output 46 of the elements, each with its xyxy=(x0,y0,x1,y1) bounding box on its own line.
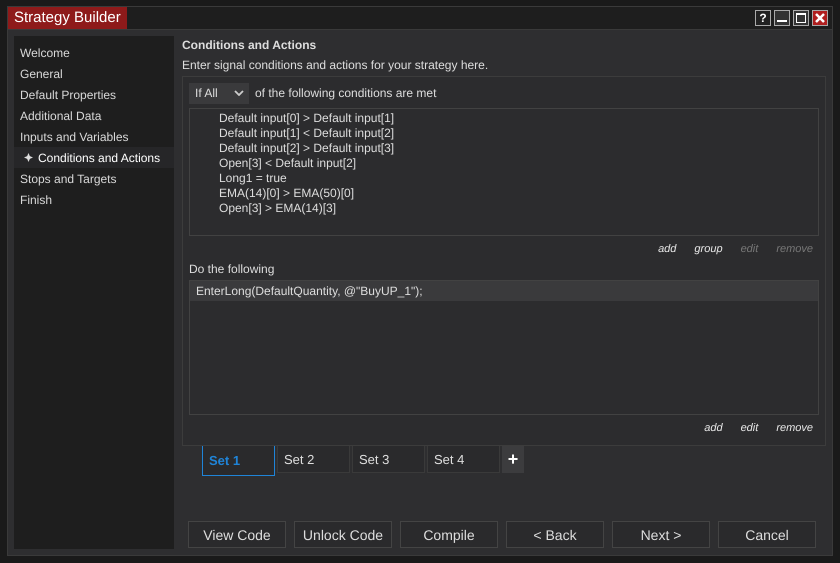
action-link: edit xyxy=(740,243,758,255)
section-heading: Conditions and Actions xyxy=(182,37,318,54)
footer-button[interactable]: < Back xyxy=(506,521,604,548)
chevron-icon xyxy=(234,90,244,96)
condition-item[interactable]: Default input[1] < Default input[2] xyxy=(219,126,818,141)
condition-item[interactable]: Open[3] < Default input[2] xyxy=(219,156,818,171)
condition-item[interactable]: Long1 = true xyxy=(219,171,818,186)
sidebar-item[interactable]: Conditions and Actions xyxy=(14,147,174,168)
footer-button[interactable]: Unlock Code xyxy=(294,521,392,548)
footer-button[interactable]: Cancel xyxy=(718,521,816,548)
footer-button[interactable]: Compile xyxy=(400,521,498,548)
condition-item[interactable]: EMA(14)[0] > EMA(50)[0] xyxy=(219,186,818,201)
condition-item[interactable]: Open[3] > EMA(14)[3] xyxy=(219,201,818,216)
action-link[interactable]: add xyxy=(658,243,676,255)
action-link[interactable]: add xyxy=(704,422,723,434)
action-item[interactable]: EnterLong(DefaultQuantity, @"BuyUP_1"); xyxy=(190,281,818,301)
window-title: Strategy Builder xyxy=(8,7,127,29)
add-set-button[interactable]: + xyxy=(502,446,524,473)
condition-item[interactable]: Default input[0] > Default input[1] xyxy=(219,111,818,126)
sidebar-item[interactable]: Additional Data xyxy=(14,105,174,126)
sidebar-item[interactable]: General xyxy=(14,63,174,84)
set-tab[interactable]: Set 1 xyxy=(202,446,275,476)
action-link: remove xyxy=(776,243,813,255)
set-tab[interactable]: Set 3 xyxy=(352,446,425,473)
maximize-icon[interactable] xyxy=(793,10,809,26)
sidebar-item[interactable]: Welcome xyxy=(14,42,174,63)
diamond-icon xyxy=(24,153,33,162)
description-text: Enter signal conditions and actions for your strategy here. xyxy=(182,57,490,74)
action-link[interactable]: remove xyxy=(776,422,813,434)
set-tab[interactable]: Set 4 xyxy=(427,446,500,473)
mode-dropdown[interactable]: If All xyxy=(189,82,249,104)
sidebar-item[interactable]: Finish xyxy=(14,189,174,210)
sidebar-item[interactable]: Stops and Targets xyxy=(14,168,174,189)
action-link[interactable]: edit xyxy=(740,422,758,434)
condition-item[interactable]: Default input[2] > Default input[3] xyxy=(219,141,818,156)
minimize-icon[interactable] xyxy=(774,10,790,26)
sidebar-item[interactable]: Default Properties xyxy=(14,84,174,105)
actions-label: Do the following xyxy=(189,262,276,278)
close-icon[interactable] xyxy=(812,10,828,26)
mode-label: of the following conditions are met xyxy=(255,86,436,100)
help-button[interactable]: ? xyxy=(755,10,771,26)
action-link[interactable]: group xyxy=(694,243,723,255)
sidebar-item[interactable]: Inputs and Variables xyxy=(14,126,174,147)
footer-button[interactable]: View Code xyxy=(188,521,286,548)
footer-button[interactable]: Next > xyxy=(612,521,710,548)
set-tab[interactable]: Set 2 xyxy=(277,446,350,473)
